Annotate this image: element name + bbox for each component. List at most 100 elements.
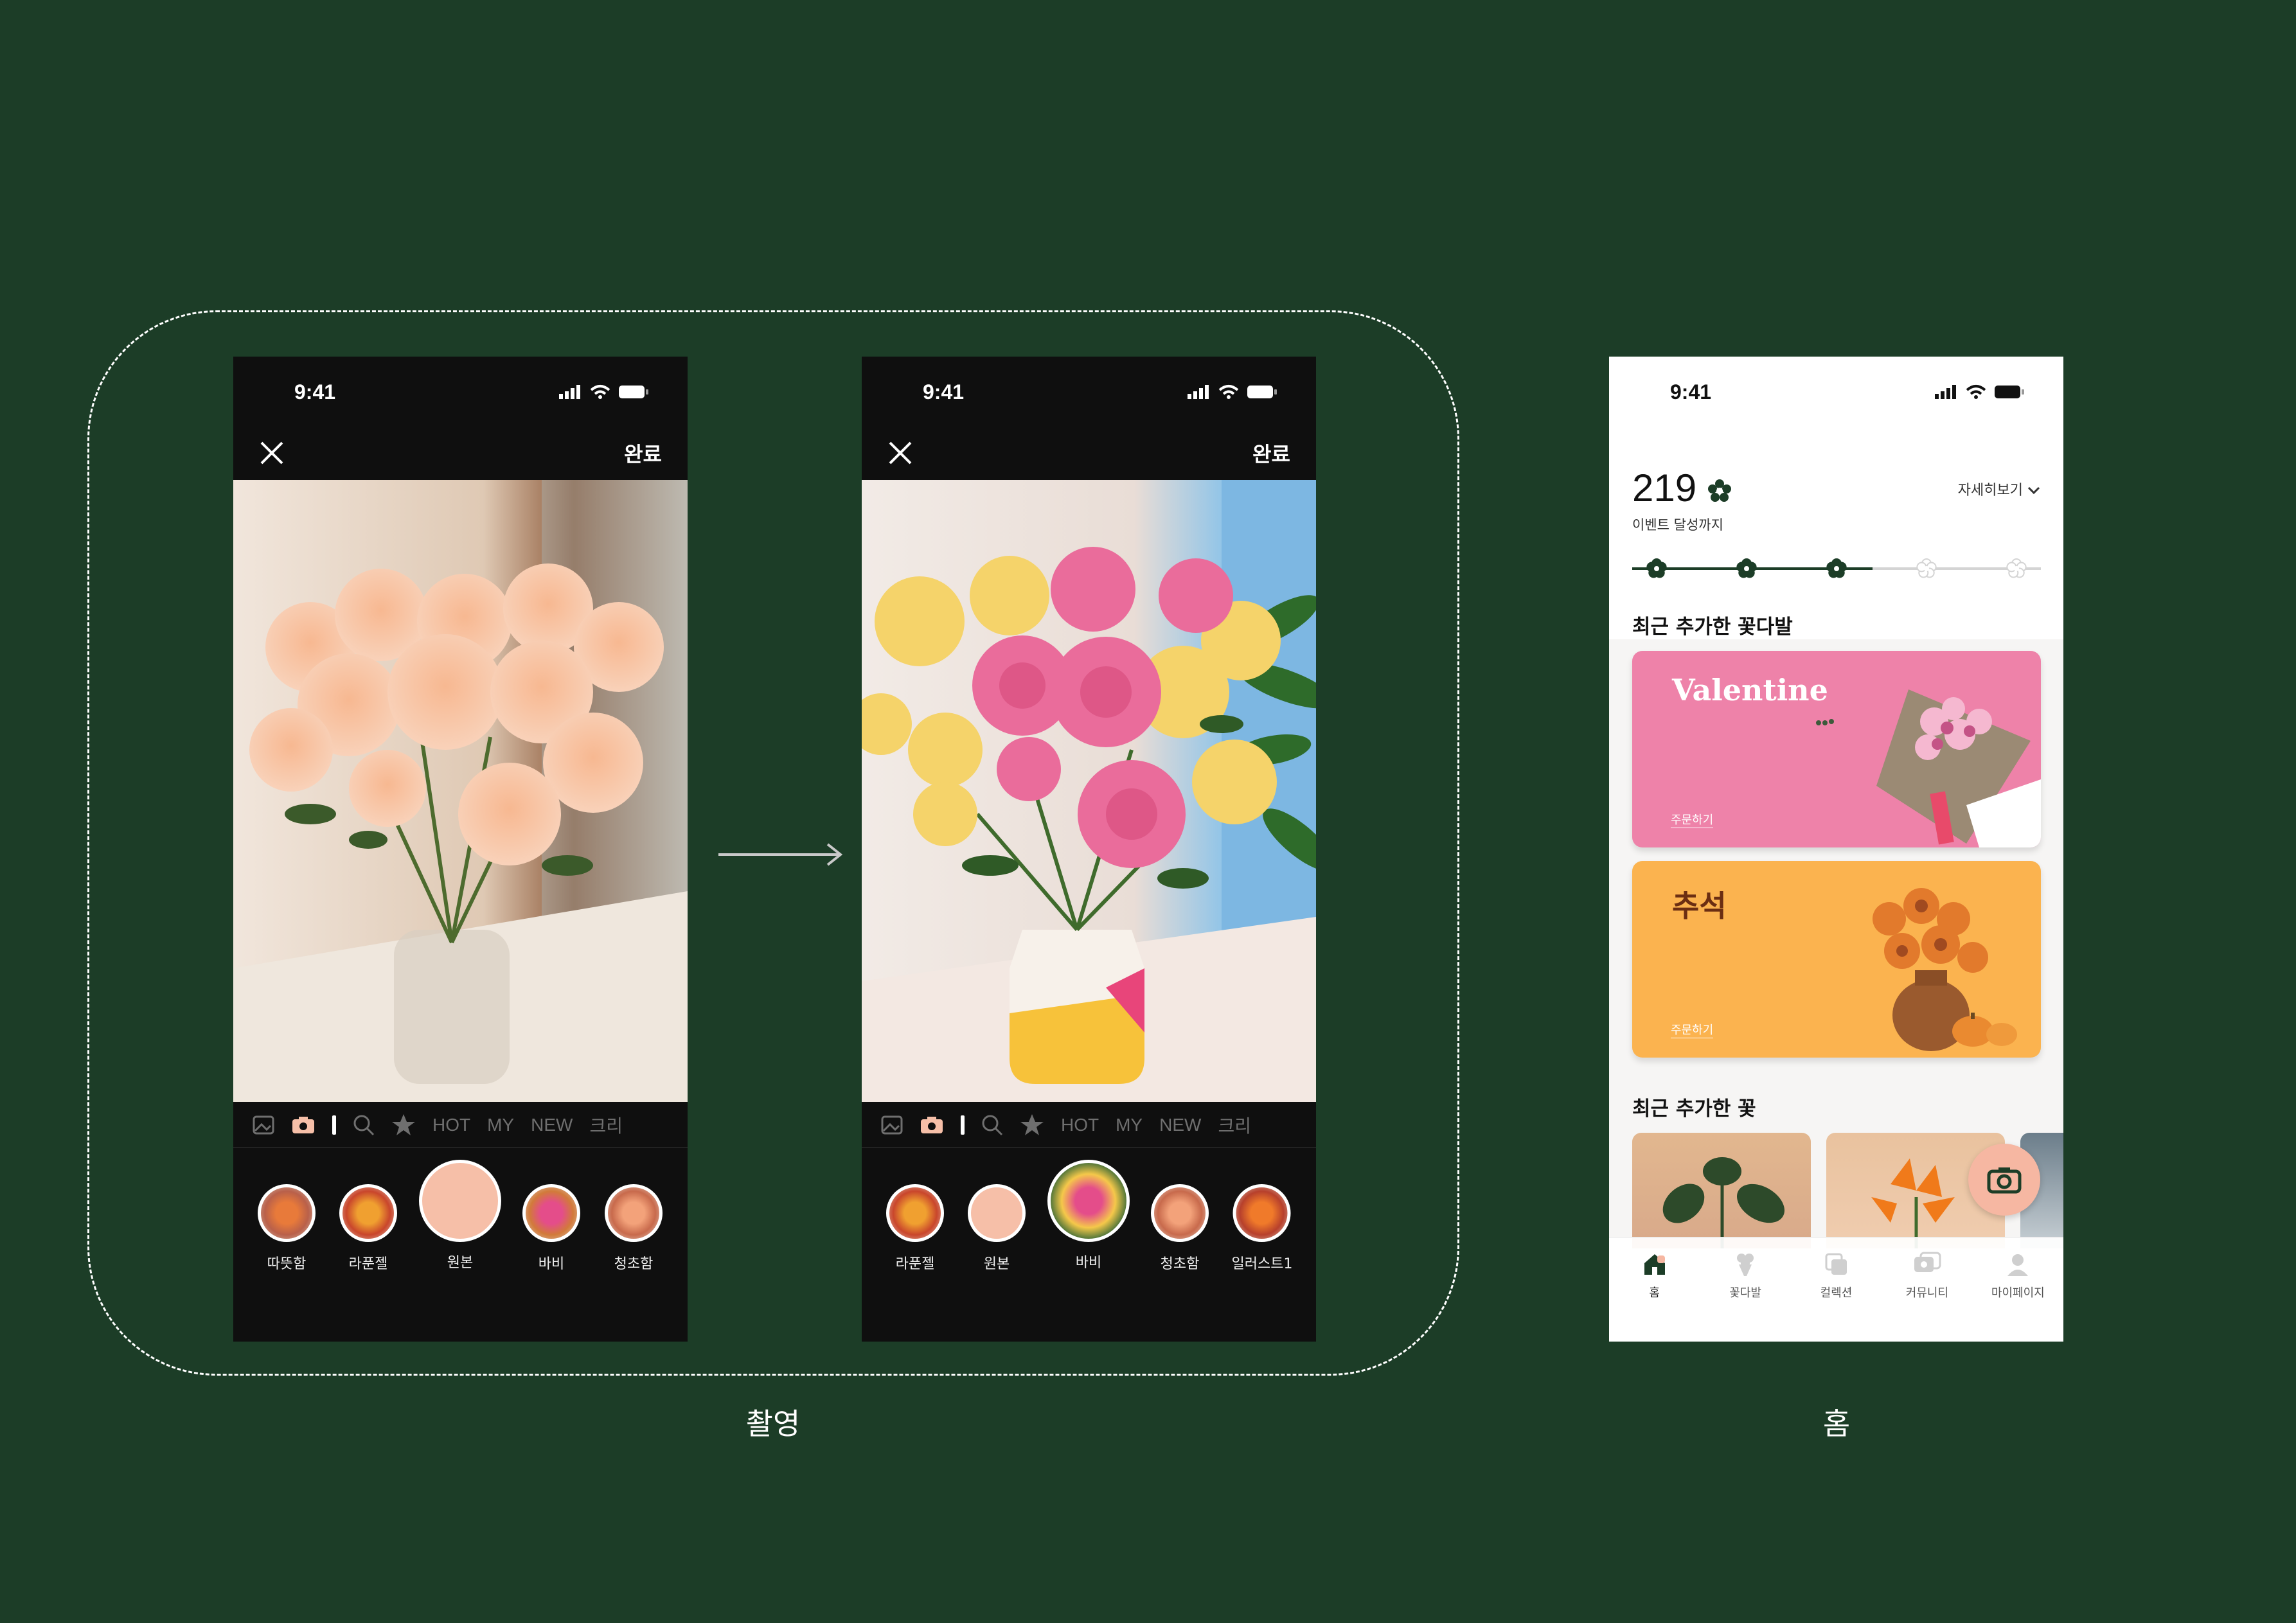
- order-button[interactable]: 주문하기: [1671, 1021, 1714, 1038]
- flower-icon: [1707, 479, 1731, 502]
- filter-item[interactable]: 청초함: [1151, 1184, 1209, 1273]
- community-icon: [1914, 1252, 1941, 1272]
- filter-thumbnail: [886, 1184, 944, 1242]
- filter-label: 청초함: [614, 1256, 654, 1272]
- filter-thumbnail: [605, 1184, 663, 1242]
- wifi-icon: [1966, 385, 1986, 399]
- tab-label: 마이페이지: [1991, 1286, 2045, 1300]
- tab-label: 컬렉션: [1820, 1286, 1853, 1300]
- filter-label: 바비: [1075, 1255, 1102, 1271]
- filter-thumbnail: [339, 1184, 397, 1242]
- filter-item-selected[interactable]: 바비: [1047, 1160, 1130, 1272]
- right-arrow-icon: [718, 843, 843, 866]
- valentine-banner[interactable]: Valentine 주문하기: [1632, 651, 2041, 847]
- tab-label: 홈: [1649, 1286, 1660, 1300]
- filter-label: 일러스트1: [1231, 1256, 1293, 1272]
- tab-bouquet[interactable]: 꽃다발: [1700, 1237, 1790, 1342]
- tab-home[interactable]: 홈: [1609, 1237, 1700, 1342]
- filter-tab-hot[interactable]: HOT: [1061, 1115, 1099, 1135]
- progress-milestone-icon: [1646, 558, 1667, 578]
- filter-toolstrip: HOT MY NEW 크리: [862, 1103, 1316, 1148]
- gallery-icon[interactable]: [881, 1115, 903, 1135]
- see-details-link[interactable]: 자세히보기: [1958, 479, 2040, 499]
- home-icon: [1644, 1254, 1665, 1275]
- status-time: 9:41: [923, 380, 965, 404]
- filter-thumbnail: [419, 1160, 501, 1242]
- filter-label: 원본: [447, 1255, 474, 1271]
- filter-toolstrip: HOT MY NEW 크리: [233, 1103, 688, 1148]
- filter-list: 라푼젤 원본 바비 청초함 일러스트1: [862, 1160, 1316, 1288]
- camera-fab-button[interactable]: [1968, 1144, 2040, 1216]
- filter-label: 따뜻함: [267, 1256, 307, 1272]
- filter-thumbnail: [258, 1184, 316, 1242]
- caption-shooting: 촬영: [745, 1406, 801, 1441]
- wifi-icon: [590, 385, 610, 399]
- filter-item[interactable]: 원본: [968, 1184, 1026, 1273]
- status-bar: 9:41: [862, 357, 1316, 427]
- close-icon[interactable]: [259, 440, 285, 466]
- filter-item[interactable]: 라푼젤: [339, 1184, 397, 1273]
- filter-label: 바비: [538, 1256, 565, 1272]
- gallery-icon[interactable]: [253, 1115, 274, 1135]
- toolstrip-divider: [961, 1115, 965, 1135]
- done-button[interactable]: 완료: [1252, 438, 1290, 468]
- camera-icon[interactable]: [920, 1115, 944, 1135]
- filter-item[interactable]: 바비: [522, 1184, 580, 1273]
- bouquet-icon: [1737, 1254, 1754, 1276]
- tab-label: 꽃다발: [1729, 1286, 1761, 1300]
- order-button[interactable]: 주문하기: [1671, 811, 1714, 828]
- search-icon[interactable]: [353, 1114, 375, 1136]
- point-score-value: 219: [1632, 466, 1697, 510]
- filter-tab-new[interactable]: NEW: [531, 1115, 573, 1135]
- filter-thumbnail: [1151, 1184, 1209, 1242]
- progress-milestone-icon: [2006, 558, 2027, 578]
- plant-image: [1662, 1157, 1784, 1248]
- signal-icon: [559, 385, 580, 399]
- filter-thumbnail: [968, 1184, 1026, 1242]
- wifi-icon: [1218, 385, 1239, 399]
- filter-tab-new[interactable]: NEW: [1159, 1115, 1201, 1135]
- filter-list: 따뜻함 라푼젤 원본 바비 청초함: [233, 1160, 688, 1288]
- tab-mypage[interactable]: 마이페이지: [1973, 1237, 2063, 1342]
- star-icon[interactable]: [1020, 1113, 1044, 1137]
- filter-tab-hot[interactable]: HOT: [432, 1115, 470, 1135]
- filter-tab-my[interactable]: MY: [1116, 1115, 1143, 1135]
- filter-thumbnail: [1233, 1184, 1291, 1242]
- tab-collection[interactable]: 컬렉션: [1791, 1237, 1882, 1342]
- battery-icon: [1995, 386, 2024, 398]
- point-score: 219: [1632, 466, 1732, 510]
- toolstrip-divider: [332, 1115, 336, 1135]
- camera-screen-filtered: 9:41 완료 HOT MY NEW 크리 라푼젤 원본 바비 청초함 일러스트…: [862, 357, 1316, 1342]
- filter-label: 라푼젤: [348, 1256, 388, 1272]
- filter-label: 원본: [983, 1256, 1010, 1272]
- status-bar: 9:41: [233, 357, 688, 427]
- event-progress-panel: 219 이벤트 달성까지 자세히보기: [1609, 427, 2063, 639]
- star-icon[interactable]: [391, 1113, 416, 1137]
- filter-tab-creator[interactable]: 크리: [589, 1112, 623, 1138]
- filter-item[interactable]: 청초함: [605, 1184, 663, 1273]
- battery-icon: [1247, 386, 1277, 398]
- camera-screen-original: 9:41 완료 HOT MY NEW 크리 따뜻함 라푼젤 원본 바비 청초함: [233, 357, 688, 1342]
- done-button[interactable]: 완료: [624, 438, 662, 468]
- filter-tab-my[interactable]: MY: [487, 1115, 514, 1135]
- search-icon[interactable]: [981, 1114, 1003, 1136]
- progress-milestone-icon: [1736, 558, 1757, 578]
- camera-icon[interactable]: [291, 1115, 316, 1135]
- filter-label: 라푼젤: [895, 1256, 935, 1272]
- close-icon[interactable]: [887, 440, 913, 466]
- signal-icon: [1935, 385, 1956, 399]
- chuseok-banner[interactable]: 추석 주문하기: [1632, 861, 2041, 1058]
- filter-item[interactable]: 라푼젤: [886, 1184, 944, 1273]
- filter-item[interactable]: 일러스트1: [1231, 1184, 1293, 1273]
- see-details-label: 자세히보기: [1957, 483, 2023, 499]
- tab-label: 커뮤니티: [1905, 1286, 1949, 1300]
- section-title-bouquet: 최근 추가한 꽃다발: [1632, 616, 1793, 639]
- battery-icon: [619, 386, 648, 398]
- bottom-tab-bar: 홈 꽃다발 컬렉션 커뮤니티 마이페이지: [1609, 1237, 2063, 1342]
- tab-community[interactable]: 커뮤니티: [1882, 1237, 1972, 1342]
- filter-tab-creator[interactable]: 크리: [1218, 1112, 1251, 1138]
- flower-card[interactable]: [1632, 1133, 1811, 1248]
- filter-thumbnail: [522, 1184, 580, 1242]
- filter-item[interactable]: 따뜻함: [258, 1184, 316, 1273]
- filter-item-selected[interactable]: 원본: [419, 1160, 501, 1272]
